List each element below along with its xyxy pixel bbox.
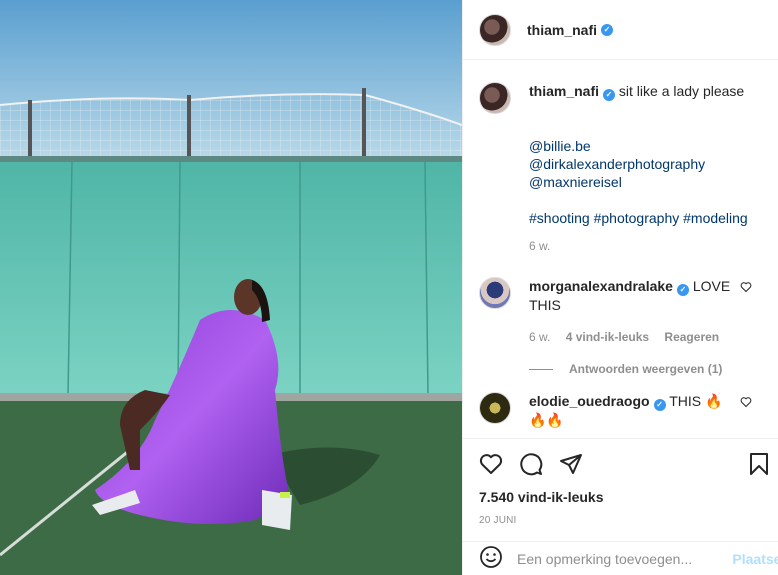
comment-like-heart-icon[interactable]: [740, 396, 752, 411]
comment-like-heart-icon[interactable]: [740, 281, 752, 296]
bookmark-icon[interactable]: [748, 452, 770, 476]
view-replies-label: Antwoorden weergeven (1): [569, 362, 723, 376]
comment-likes[interactable]: 4 vind-ik-leuks: [566, 330, 649, 344]
comments-section[interactable]: thiam_nafi ✓ sit like a lady please @bill…: [463, 60, 778, 438]
header-username[interactable]: thiam_nafi: [527, 22, 597, 38]
caption-time[interactable]: 6 w.: [529, 239, 550, 253]
verified-badge-icon: ✓: [676, 284, 689, 296]
add-comment-bar: Een opmerking toevoegen... Plaatsen: [463, 541, 778, 575]
post-date: 20 JUNI: [479, 515, 517, 526]
avatar[interactable]: [479, 82, 511, 114]
comment-time[interactable]: 6 w.: [529, 330, 550, 344]
comment-username[interactable]: morganalexandralake: [529, 278, 673, 294]
heart-icon[interactable]: [479, 452, 503, 476]
hashtags[interactable]: #shooting #photography #modeling: [529, 209, 762, 227]
verified-badge-icon: ✓: [653, 399, 666, 411]
emoji-icon[interactable]: [479, 545, 503, 572]
verified-badge-icon: ✓: [603, 89, 616, 101]
comment-icon[interactable]: [519, 452, 543, 476]
avatar[interactable]: [479, 277, 511, 309]
comment-input[interactable]: Een opmerking toevoegen...: [517, 551, 732, 567]
likes-count[interactable]: 7.540 vind-ik-leuks: [479, 489, 762, 505]
post-actions: 7.540 vind-ik-leuks 20 JUNI: [463, 438, 778, 526]
post-photo[interactable]: [0, 0, 462, 575]
post-header: thiam_nafi ✓: [463, 0, 778, 60]
reply-button[interactable]: Reageren: [664, 330, 719, 344]
avatar[interactable]: [479, 392, 511, 424]
photo-illustration: [0, 0, 462, 575]
share-icon[interactable]: [559, 452, 583, 476]
caption-text: sit like a lady please: [618, 83, 745, 99]
comment: morganalexandralake ✓ LOVE THIS 6 w. 4 vi…: [479, 277, 762, 346]
mention-link[interactable]: @maxniereisel: [529, 173, 762, 191]
caption: thiam_nafi ✓ sit like a lady please @bill…: [479, 82, 762, 255]
mention-link[interactable]: @dirkalexanderphotography: [529, 155, 762, 173]
avatar[interactable]: [479, 13, 511, 46]
comment-username[interactable]: elodie_ouedraogo: [529, 393, 650, 409]
view-replies-button[interactable]: Antwoorden weergeven (1): [529, 362, 762, 376]
post-button[interactable]: Plaatsen: [732, 551, 778, 567]
comment: elodie_ouedraogo ✓ THIS 🔥🔥🔥: [479, 392, 762, 429]
post-panel: thiam_nafi ✓ thiam_nafi ✓ sit like a lady…: [462, 0, 778, 575]
divider: [529, 368, 553, 370]
verified-badge-icon: ✓: [601, 23, 614, 36]
mention-link[interactable]: @billie.be: [529, 137, 762, 155]
caption-username[interactable]: thiam_nafi: [529, 83, 599, 99]
